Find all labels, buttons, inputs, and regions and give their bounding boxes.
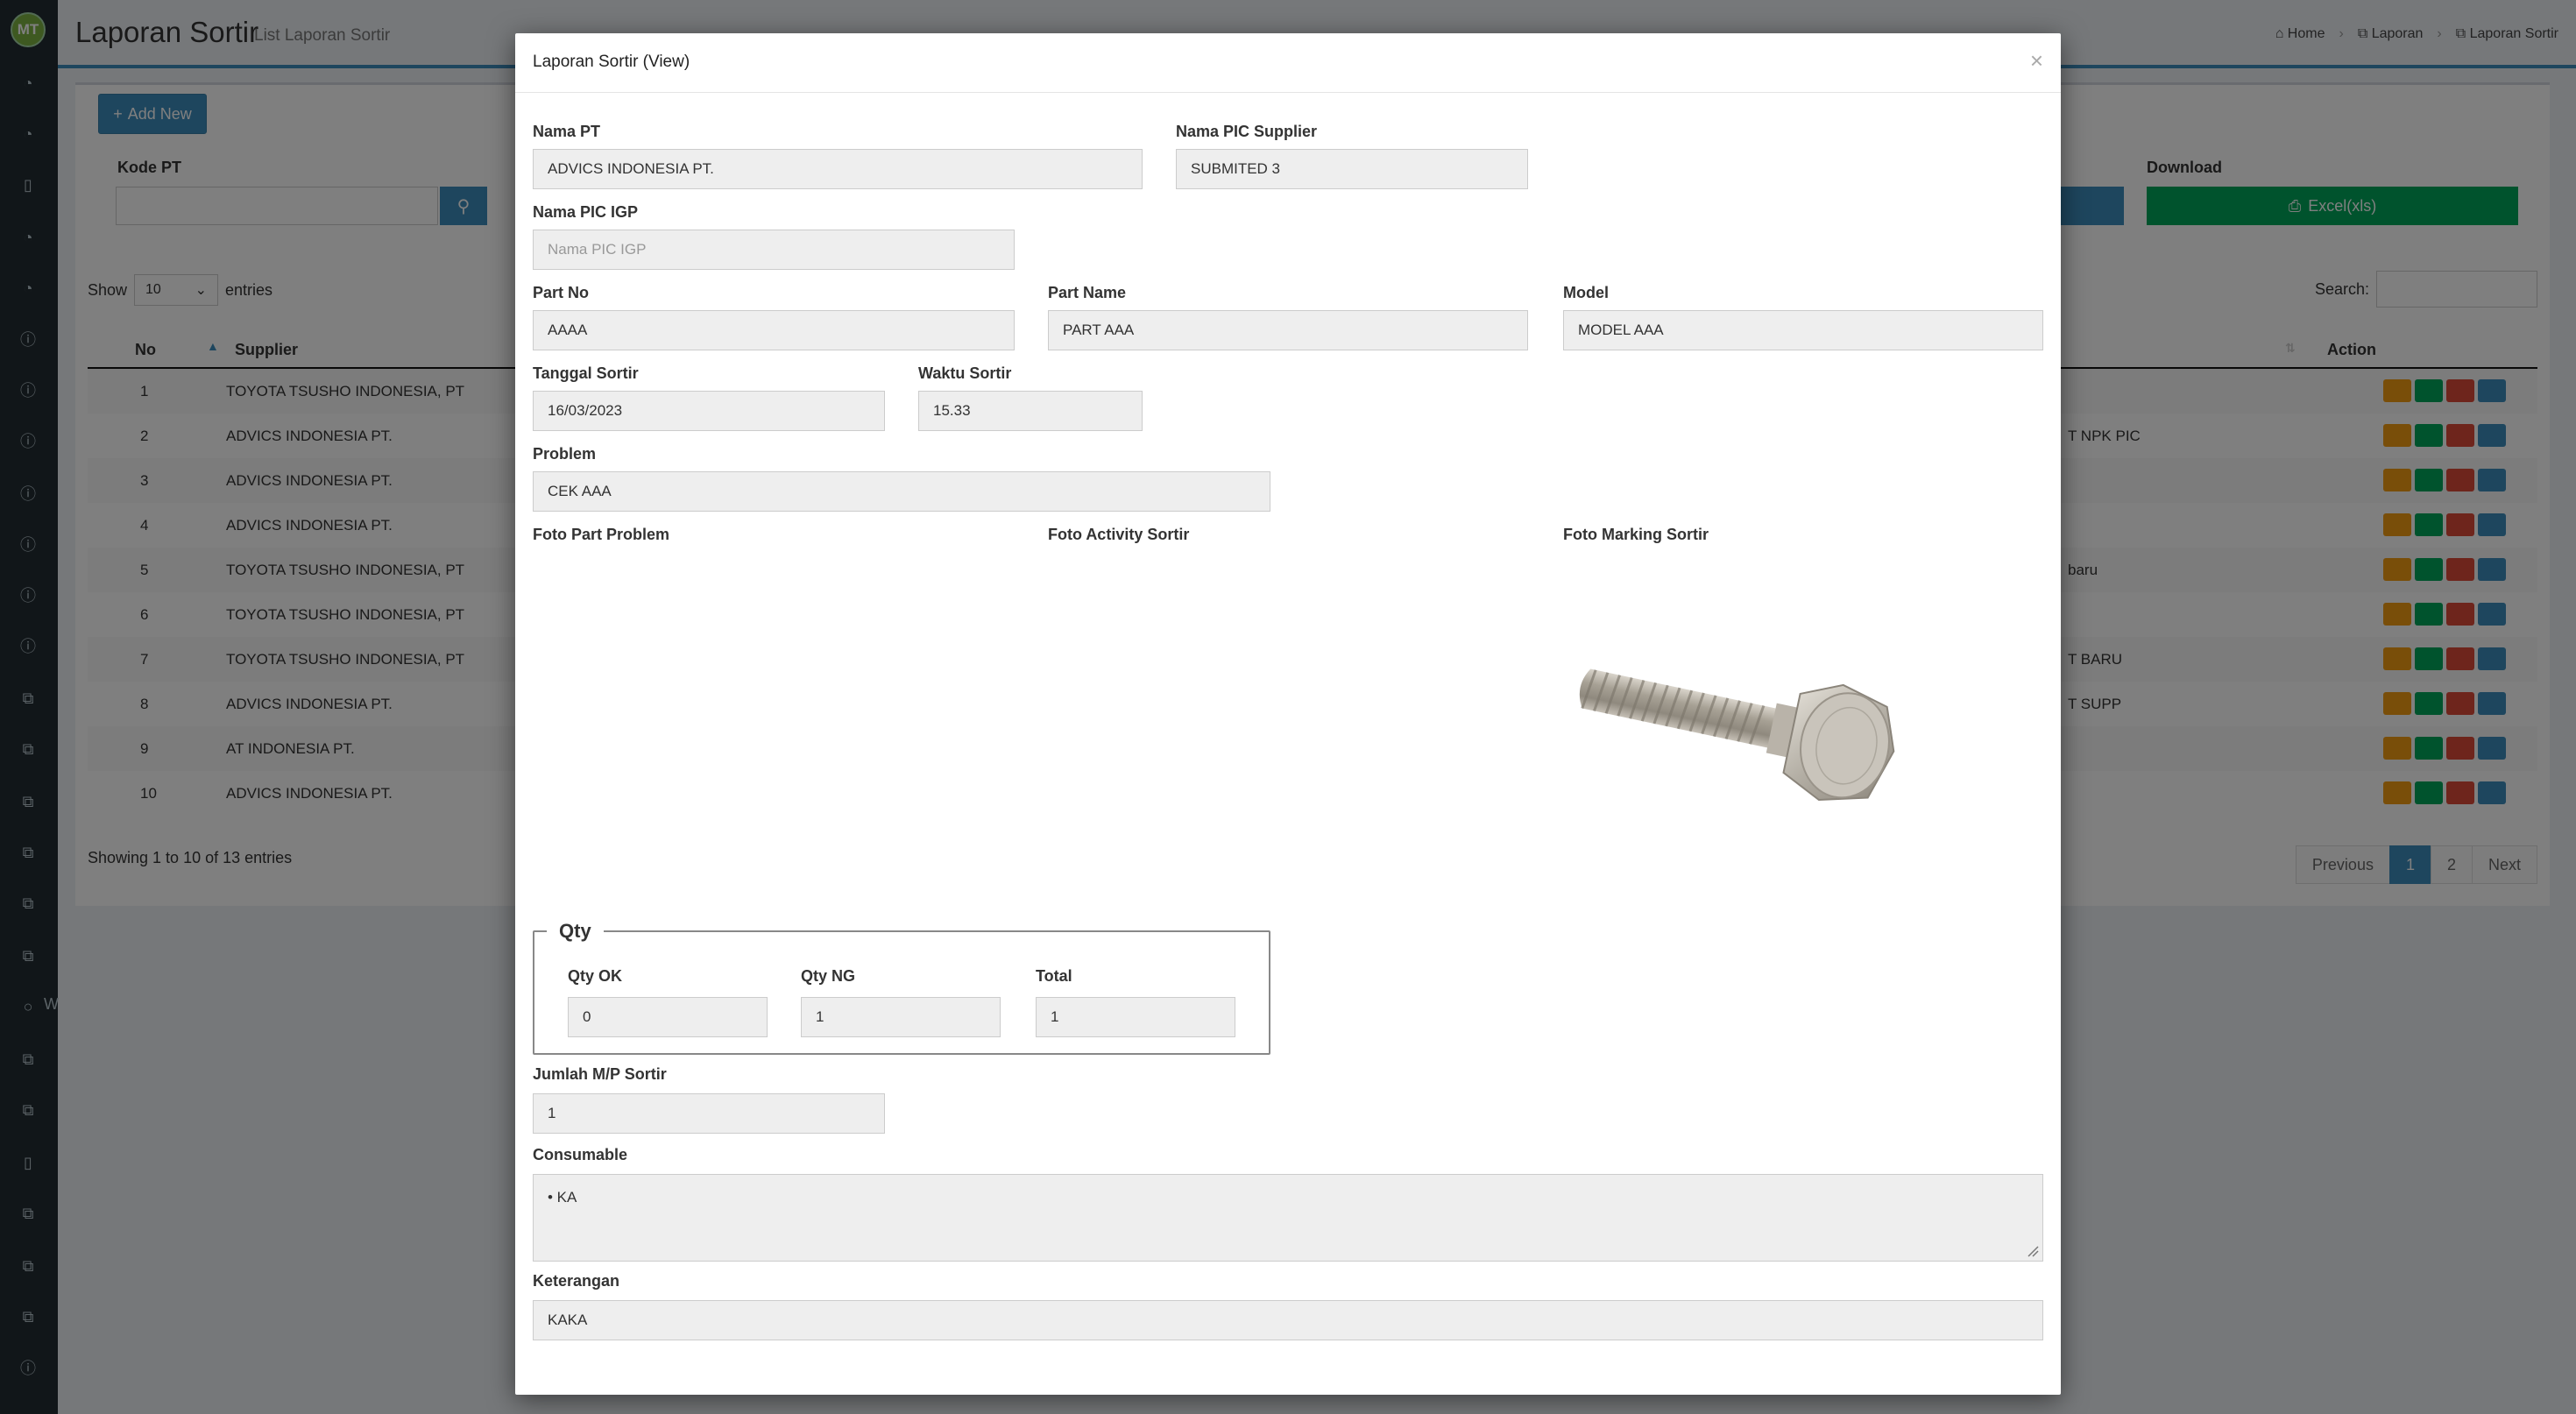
part-no-field[interactable]: AAAA <box>533 310 1015 350</box>
nama-pic-supplier-field[interactable]: SUBMITED 3 <box>1176 149 1528 189</box>
consumable-textarea[interactable]: • KA <box>533 1174 2043 1262</box>
keterangan-field[interactable]: KAKA <box>533 1300 2043 1340</box>
keterangan-label: Keterangan <box>533 1272 620 1290</box>
part-name-label: Part Name <box>1048 284 1127 301</box>
tanggal-sortir-label: Tanggal Sortir <box>533 364 639 382</box>
nama-pic-supplier-label: Nama PIC Supplier <box>1176 123 1318 140</box>
model-field[interactable]: MODEL AAA <box>1563 310 2043 350</box>
nama-pic-igp-label: Nama PIC IGP <box>533 203 639 221</box>
consumable-label: Consumable <box>533 1146 628 1163</box>
qty-ng-label: Qty NG <box>801 967 856 985</box>
problem-field[interactable]: CEK AAA <box>533 471 1270 512</box>
qty-legend: Qty <box>547 920 604 943</box>
nama-pt-field[interactable]: ADVICS INDONESIA PT. <box>533 149 1143 189</box>
foto-part-problem-label: Foto Part Problem <box>533 526 670 543</box>
total-label: Total <box>1036 967 1072 985</box>
modal-header: Laporan Sortir (View) × <box>515 33 2061 93</box>
foto-marking-sortir-label: Foto Marking Sortir <box>1563 526 1709 543</box>
jumlah-mp-sortir-label: Jumlah M/P Sortir <box>533 1065 667 1083</box>
qty-ng-field[interactable]: 1 <box>801 997 1001 1037</box>
waktu-sortir-field[interactable]: 15.33 <box>918 391 1143 431</box>
part-no-label: Part No <box>533 284 590 301</box>
tanggal-sortir-field[interactable]: 16/03/2023 <box>533 391 885 431</box>
foto-activity-sortir-label: Foto Activity Sortir <box>1048 526 1190 543</box>
total-field[interactable]: 1 <box>1036 997 1235 1037</box>
waktu-sortir-label: Waktu Sortir <box>918 364 1012 382</box>
qty-ok-label: Qty OK <box>568 967 623 985</box>
jumlah-mp-sortir-field[interactable]: 1 <box>533 1093 885 1134</box>
modal-title: Laporan Sortir (View) <box>533 53 690 71</box>
part-name-field[interactable]: PART AAA <box>1048 310 1528 350</box>
problem-label: Problem <box>533 445 597 463</box>
close-icon[interactable]: × <box>2030 47 2043 74</box>
nama-pic-igp-field[interactable]: Nama PIC IGP <box>533 230 1015 270</box>
nama-pt-label: Nama PT <box>533 123 601 140</box>
qty-ok-field[interactable]: 0 <box>568 997 768 1037</box>
resize-grip-icon[interactable] <box>2027 1245 2039 1257</box>
laporan-sortir-view-modal: Laporan Sortir (View) × Nama PT ADVICS I… <box>515 33 2061 1395</box>
model-label: Model <box>1563 284 1609 301</box>
foto-marking-sortir-image[interactable] <box>1561 631 1912 850</box>
